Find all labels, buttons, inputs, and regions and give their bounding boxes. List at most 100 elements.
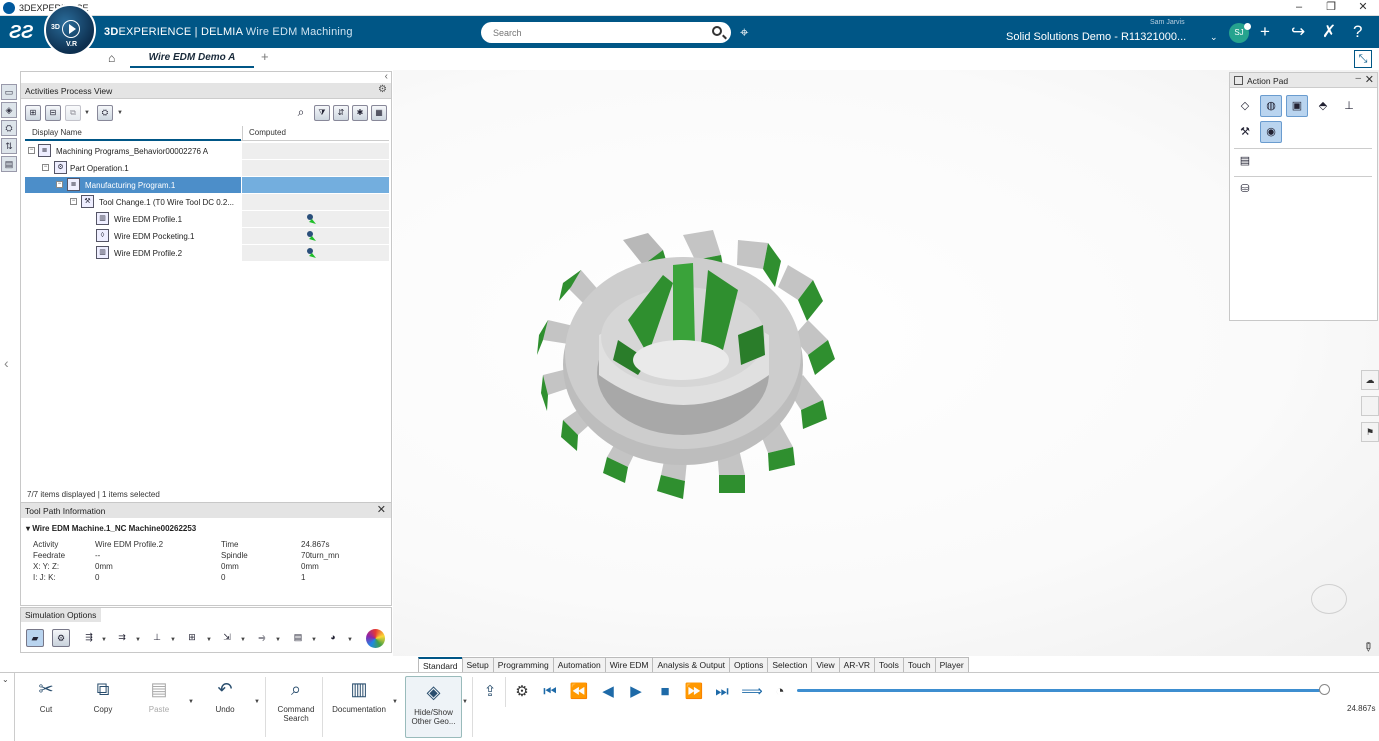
chevron-down-icon[interactable]: ▼ — [101, 637, 107, 643]
tree-row[interactable]: ▥ Wire EDM Profile.2 — [25, 245, 389, 261]
comment-icon[interactable]: ☁ — [1361, 370, 1379, 390]
search-icon[interactable] — [712, 26, 722, 36]
list-icon[interactable]: ▤ — [1, 156, 17, 172]
chevron-down-icon[interactable]: ▼ — [240, 637, 246, 643]
tab-tools[interactable]: Tools — [874, 657, 904, 672]
tab-player[interactable]: Player — [934, 657, 969, 672]
chevron-down-icon[interactable]: ▼ — [206, 637, 212, 643]
collapse-toggle-icon[interactable]: − — [70, 198, 77, 205]
tree-row[interactable]: − ⚙ Part Operation.1 — [25, 160, 389, 176]
fullscreen-icon[interactable]: ⤡ — [1354, 50, 1372, 68]
settings-icon[interactable]: ✱ — [352, 105, 368, 121]
copy-button[interactable]: ⧉ Copy — [87, 677, 119, 714]
compass-widget[interactable]: 3D V.R — [44, 4, 96, 56]
columns-icon[interactable]: ▦ — [371, 105, 387, 121]
flag-icon[interactable]: ⚑ — [1361, 422, 1379, 442]
view-icon[interactable]: ◉ — [1260, 121, 1282, 143]
timeline-slider-handle[interactable] — [1318, 684, 1330, 695]
search-box[interactable] — [481, 22, 731, 43]
chevron-down-icon[interactable]: ⌄ — [1210, 32, 1218, 43]
collapse-toggle-icon[interactable]: − — [28, 147, 35, 154]
sort-icon[interactable]: ⇵ — [333, 105, 349, 121]
chevron-down-icon[interactable]: ▼ — [347, 637, 353, 643]
tab-view[interactable]: View — [811, 657, 840, 672]
fixture-icon[interactable]: ⬘ — [1312, 95, 1334, 117]
tab-analysis-output[interactable]: Analysis & Output — [652, 657, 731, 672]
tools-icon[interactable]: ✗ — [1322, 22, 1336, 42]
speed-gauge-icon[interactable]: ◔ — [769, 683, 791, 701]
machine-icon[interactable]: ⚒ — [1234, 121, 1256, 143]
column-display-name[interactable]: Display Name — [25, 126, 241, 141]
tab-wire-edm[interactable]: Wire EDM — [604, 657, 654, 672]
undo-button[interactable]: ↶ Undo — [209, 677, 241, 714]
close-window-button[interactable]: ✕ — [1347, 0, 1379, 16]
insert-program-icon[interactable]: ⊞ — [25, 105, 41, 121]
line-display-icon[interactable]: ⥤ — [253, 629, 271, 647]
edit-list-icon[interactable]: ▤ — [1234, 150, 1256, 172]
go-to-start-icon[interactable]: ⏮ — [539, 683, 561, 701]
machine-label[interactable]: ▾ Wire EDM Machine.1_NC Machine00262253 — [26, 524, 196, 533]
process-icon[interactable]: ◈ — [1, 102, 17, 118]
play-forward-icon[interactable]: ▶ — [625, 683, 647, 701]
search-icon[interactable]: ⌕ — [293, 105, 309, 121]
chevron-left-icon[interactable]: ‹ — [4, 355, 9, 371]
hide-show-other-geometry-button[interactable]: ◈ Hide/Show Other Geo... — [405, 676, 462, 738]
collapse-toggle-icon[interactable]: − — [56, 181, 63, 188]
blank-panel-icon[interactable] — [1361, 396, 1379, 416]
home-icon[interactable]: ⌂ — [108, 51, 115, 65]
filter-icon[interactable]: ⧩ — [314, 105, 330, 121]
tab-programming[interactable]: Programming — [492, 657, 554, 672]
holder-display-icon[interactable]: ⊞ — [183, 629, 201, 647]
tenant-name[interactable]: Solid Solutions Demo - R11321000... — [1006, 31, 1186, 43]
material-removal-icon[interactable]: ▰ — [26, 629, 44, 647]
copy-operation-icon[interactable]: ⧉ — [65, 105, 81, 121]
step-forward-icon[interactable]: ⏩ — [683, 683, 705, 701]
maximize-button[interactable]: ❐ — [1315, 0, 1347, 16]
chevron-down-icon[interactable]: ▼ — [254, 699, 260, 705]
insert-operation-icon[interactable]: ⊟ — [45, 105, 61, 121]
tree-row-selected[interactable]: − ≣ Manufacturing Program.1 — [25, 177, 389, 193]
axis-system-icon[interactable]: ⊥ — [1338, 95, 1360, 117]
tool-display-icon[interactable]: ⚙ — [52, 629, 70, 647]
gear-3d-model[interactable] — [523, 225, 853, 505]
tab-selection[interactable]: Selection — [767, 657, 813, 672]
tree-row[interactable]: ▥ Wire EDM Profile.1 — [25, 211, 389, 227]
chevron-down-icon[interactable]: ⌄ — [2, 675, 9, 684]
settings-icon[interactable]: ⚙ — [511, 683, 533, 701]
tag-icon[interactable]: ⌖ — [740, 24, 748, 41]
tab-setup[interactable]: Setup — [461, 657, 494, 672]
tree-row[interactable]: − ⚒ Tool Change.1 (T0 Wire Tool DC 0.2..… — [25, 194, 389, 210]
chevron-down-icon[interactable]: ▼ — [135, 637, 141, 643]
panel-collapse-icon[interactable]: ‹ — [385, 71, 388, 82]
ds-logo-icon[interactable]: ƧƧ — [9, 22, 33, 43]
tool-axis-icon[interactable]: ⊥ — [148, 629, 166, 647]
tool-icon[interactable]: ⛭ — [97, 105, 113, 121]
minimize-button[interactable]: – — [1283, 0, 1315, 16]
step-backward-icon[interactable]: ⏪ — [568, 683, 590, 701]
robot-compass-icon[interactable] — [1311, 584, 1347, 614]
product-icon[interactable]: ⇅ — [1, 138, 17, 154]
report-icon[interactable]: ▤ — [289, 629, 307, 647]
pencil-icon[interactable]: ✎ — [1360, 638, 1377, 655]
analysis-icon[interactable]: ◕ — [324, 629, 342, 647]
timeline-slider-track[interactable] — [797, 689, 1327, 692]
stop-icon[interactable]: ■ — [654, 683, 676, 701]
go-to-end-icon[interactable]: ⏭ — [711, 683, 733, 701]
add-tab-button[interactable]: + — [261, 49, 269, 64]
tab-touch[interactable]: Touch — [902, 657, 936, 672]
close-icon[interactable]: ✕ — [377, 503, 386, 516]
command-search-button[interactable]: ⌕ Command Search — [275, 677, 317, 723]
color-wheel-icon[interactable] — [366, 629, 385, 648]
export-icon[interactable]: ⇪ — [479, 683, 501, 701]
tab-options[interactable]: Options — [729, 657, 769, 672]
help-icon[interactable]: ? — [1353, 22, 1362, 42]
chevron-down-icon[interactable]: ▼ — [275, 637, 281, 643]
compass-play-icon[interactable] — [62, 20, 80, 38]
toolpath-display-icon[interactable]: ⇶ — [80, 629, 98, 647]
add-icon[interactable]: + — [1260, 22, 1270, 42]
minimize-icon[interactable]: – — [1355, 73, 1361, 84]
chevron-down-icon[interactable]: ▼ — [392, 699, 398, 705]
chevron-down-icon[interactable]: ▼ — [84, 110, 90, 116]
share-icon[interactable]: ↪ — [1291, 22, 1305, 42]
chevron-down-icon[interactable]: ▼ — [311, 637, 317, 643]
